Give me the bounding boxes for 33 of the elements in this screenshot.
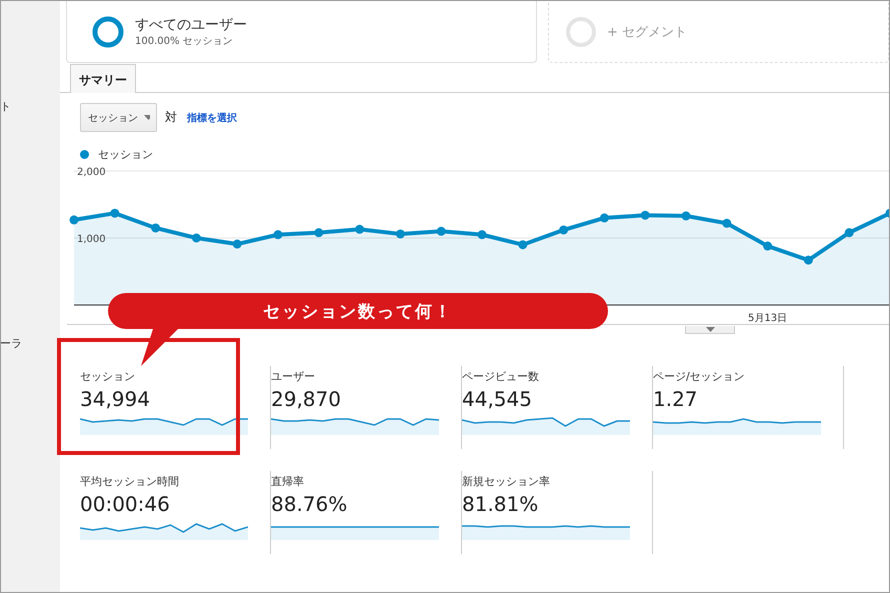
metric-value: 1.27 <box>653 387 699 411</box>
metric-label: ページビュー数 <box>462 369 540 384</box>
add-segment-label: + セグメント <box>607 24 688 41</box>
metric-label: セッション <box>80 369 136 384</box>
segment-name: すべてのユーザー <box>135 16 247 34</box>
segment-share: 100.00% セッション <box>135 35 234 48</box>
caret-icon <box>706 327 714 332</box>
metric-label: 平均セッション時間 <box>80 474 180 489</box>
expand-toggle[interactable] <box>685 326 735 334</box>
select-metric-link[interactable]: 指標を選択 <box>187 110 237 124</box>
metric-value: 81.81% <box>462 492 540 516</box>
legend-label: セッション <box>98 146 153 162</box>
ring-icon <box>565 16 597 48</box>
callout-text: セッション数って何！ <box>262 301 454 323</box>
summary-tab[interactable]: サマリー <box>70 64 136 93</box>
metric-value: 34,994 <box>80 387 151 411</box>
metric-value: 00:00:46 <box>80 492 171 516</box>
y-tick-label: 2,000 <box>77 167 106 178</box>
metric-dropdown[interactable]: セッション <box>80 103 157 132</box>
date-label: 5月13日 <box>748 313 788 324</box>
metric-label: ページ/セッション <box>653 369 746 384</box>
metric-value: 88.76% <box>271 492 348 516</box>
metric-label: 直帰率 <box>271 474 305 489</box>
metric-label: 新規セッション率 <box>462 474 551 489</box>
caret-icon <box>144 115 150 120</box>
metric-label: ユーザー <box>271 369 316 384</box>
sidebar-item[interactable]: ーラ <box>1 336 60 351</box>
sidebar-item[interactable]: ト <box>1 99 60 114</box>
versus-label: 対 <box>165 109 177 126</box>
donut-icon <box>91 15 125 49</box>
metric-value: 29,870 <box>271 387 342 411</box>
metric-value: 44,545 <box>462 387 533 411</box>
segment-card[interactable]: すべてのユーザー 100.00% セッション <box>66 1 537 63</box>
